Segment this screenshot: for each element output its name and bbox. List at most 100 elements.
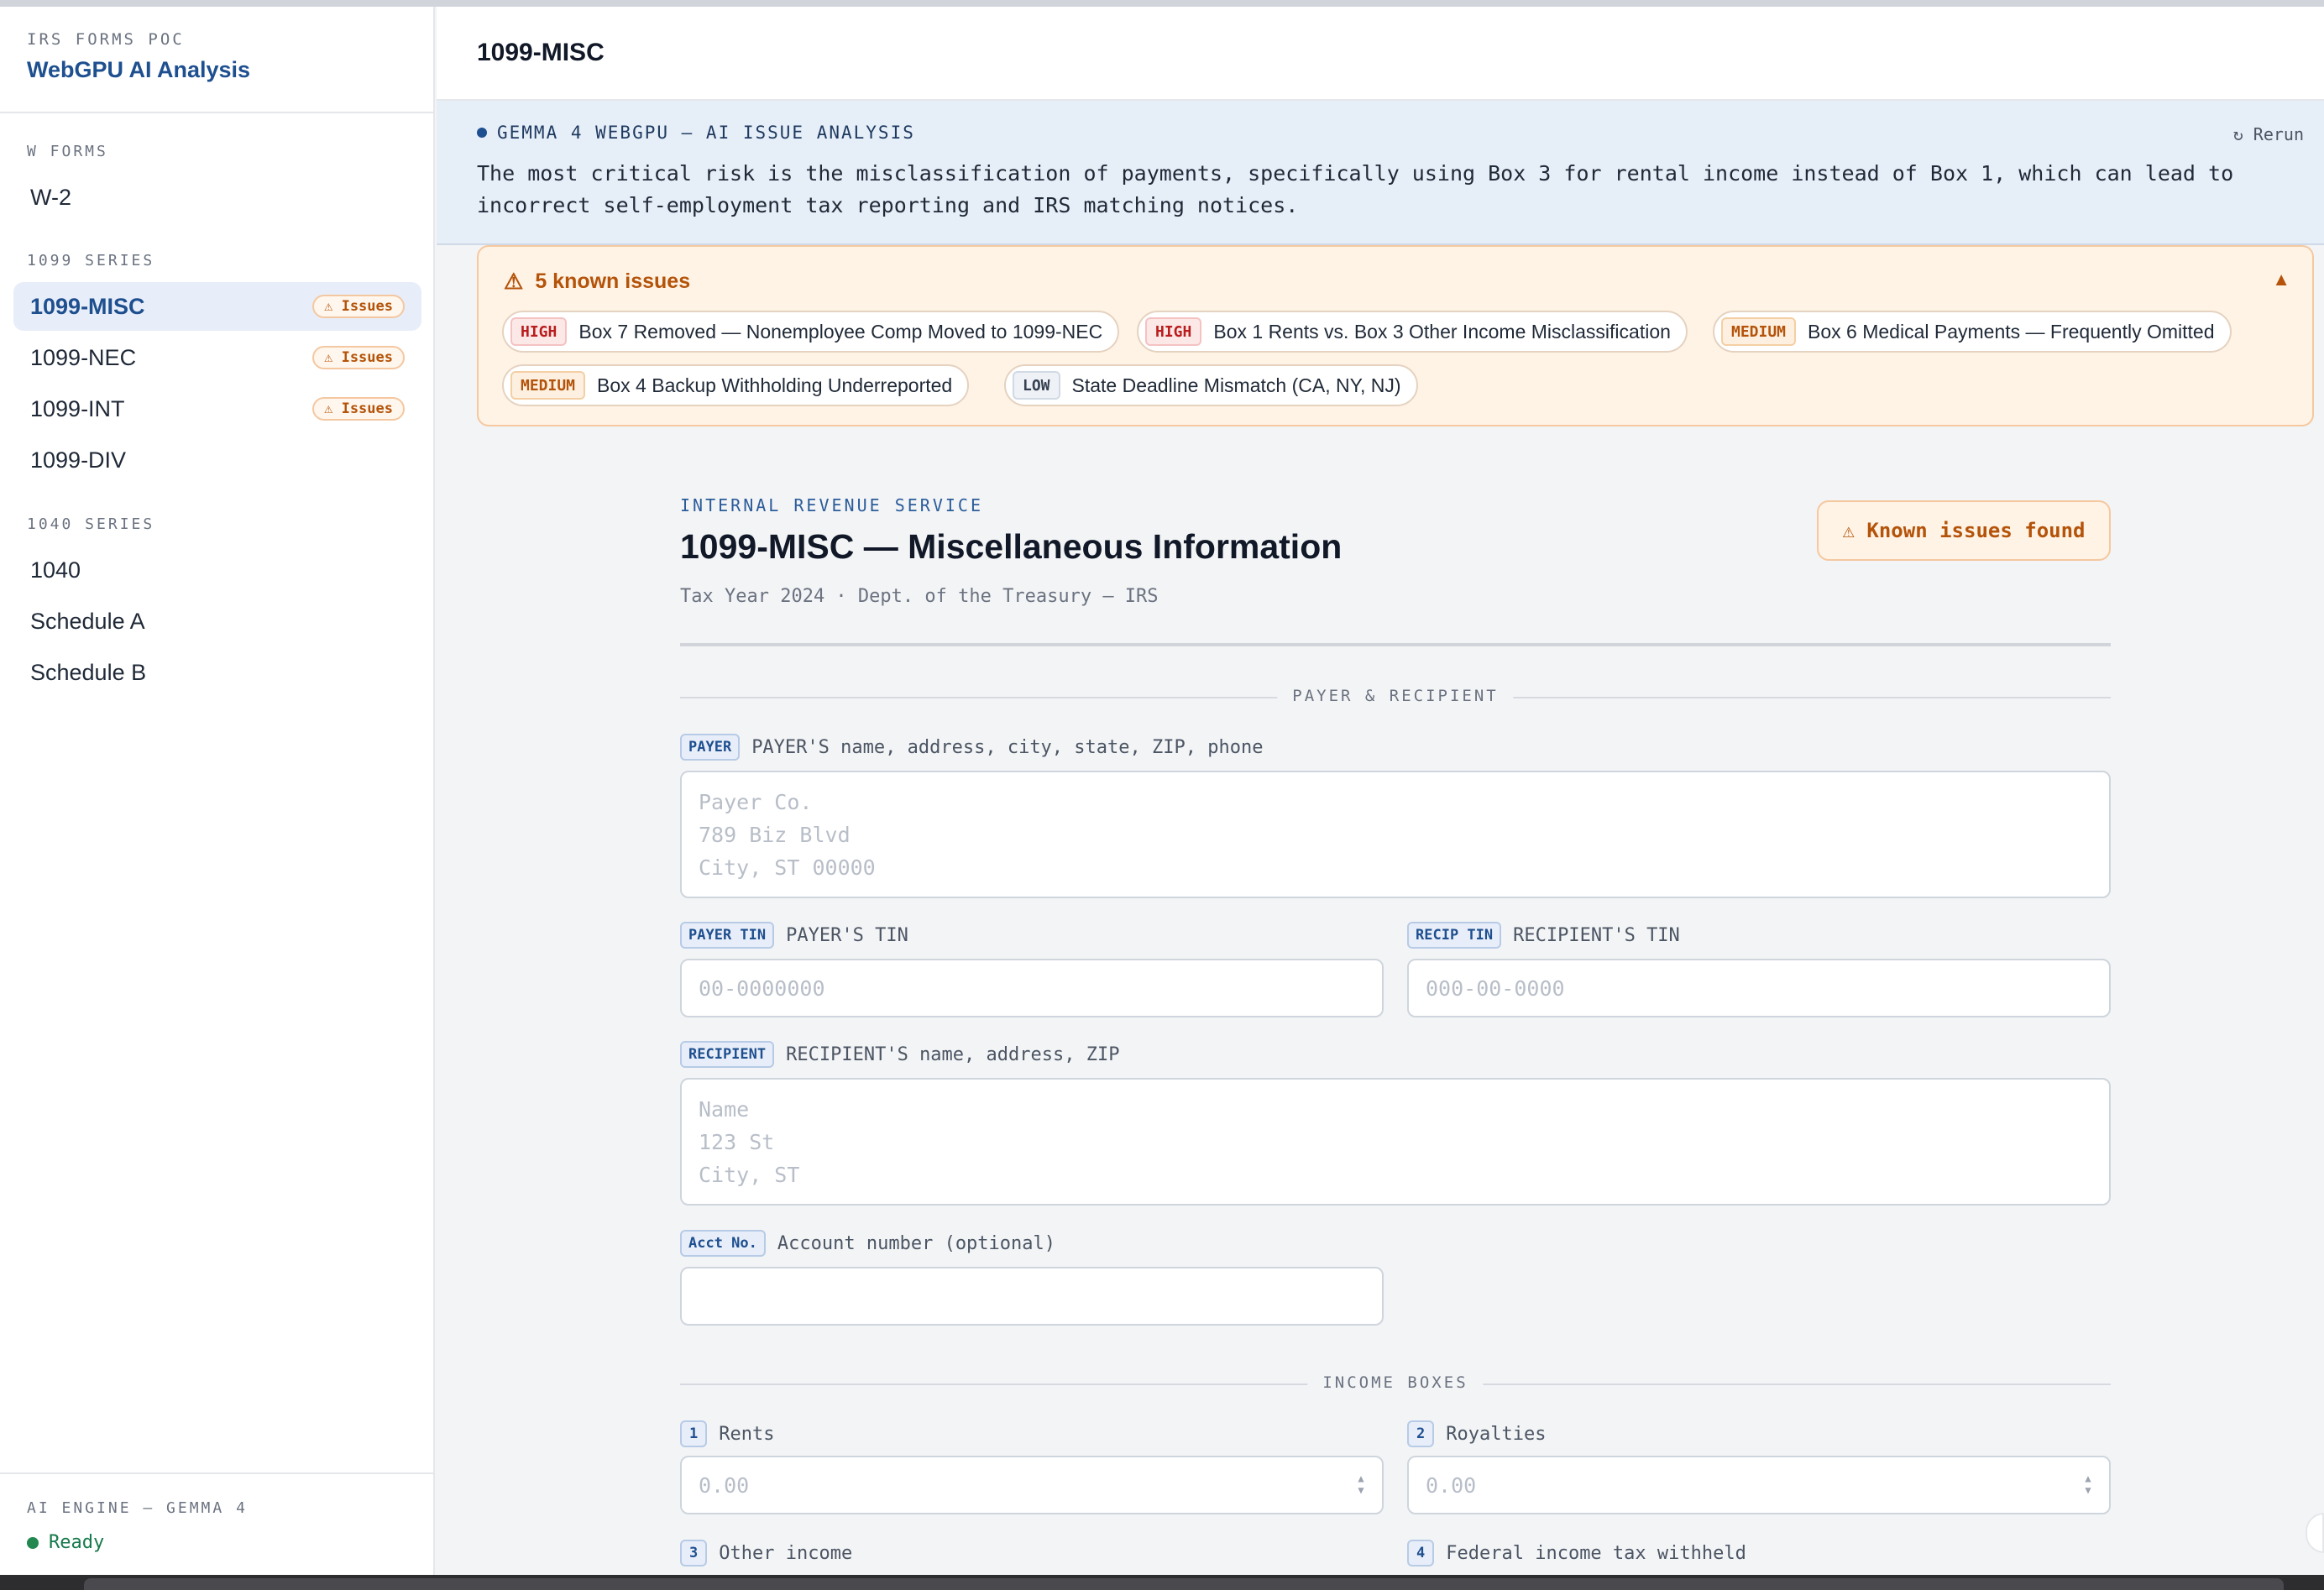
field-label-text: Rents <box>719 1423 775 1445</box>
box-number: 4 <box>1407 1540 1435 1566</box>
window-top-edge <box>0 0 2324 7</box>
field-label-text: PAYER'S name, address, city, state, ZIP,… <box>751 736 1264 758</box>
sidebar-item-label: 1099-DIV <box>30 447 127 473</box>
field-label-text: Other income <box>719 1542 853 1564</box>
warning-icon: ⚠ <box>504 269 524 294</box>
page-title: 1099-MISC <box>477 39 605 66</box>
recipient-tin-label: RECIP TIN RECIPIENT'S TIN <box>1407 922 1680 949</box>
issue-chip[interactable]: MEDIUM Box 4 Backup Withholding Underrep… <box>502 364 970 406</box>
sidebar-item-label: 1099-MISC <box>30 293 145 319</box>
box-number: 2 <box>1407 1420 1435 1447</box>
issues-badge: ⚠ Issues <box>312 346 405 369</box>
ai-analysis-heading-text: GEMMA 4 WEBGPU — AI ISSUE ANALYSIS <box>497 123 915 143</box>
sidebar-item-label: 1099-INT <box>30 395 125 421</box>
field-tag: RECIP TIN <box>1407 922 1502 949</box>
severity-badge: MEDIUM <box>1721 317 1797 346</box>
field-label-text: PAYER'S TIN <box>786 924 908 946</box>
payer-label: PAYER PAYER'S name, address, city, state… <box>680 734 1263 761</box>
form-title: 1099-MISC — Miscellaneous Information <box>680 527 1343 566</box>
account-number-label: Acct No. Account number (optional) <box>680 1230 1055 1257</box>
field-tag: PAYER <box>680 734 741 761</box>
spinner-icon[interactable]: ▲ ▼ <box>1355 1472 1367 1496</box>
section-label-w-forms: W FORMS <box>27 143 108 160</box>
sidebar: IRS FORMS POC WebGPU AI Analysis W FORMS… <box>0 7 435 1575</box>
collapse-icon[interactable]: ▲ <box>2272 269 2290 290</box>
payer-tin-label: PAYER TIN PAYER'S TIN <box>680 922 908 949</box>
brand-title: WebGPU AI Analysis <box>27 57 251 82</box>
issue-chip[interactable]: LOW State Deadline Mismatch (CA, NY, NJ) <box>1004 364 1418 406</box>
ai-analysis-banner: GEMMA 4 WEBGPU — AI ISSUE ANALYSIS ↻ Rer… <box>437 101 2324 245</box>
section-divider-payer: PAYER & RECIPIENT <box>680 687 2111 705</box>
box-number: 1 <box>680 1420 708 1447</box>
brand-subtitle: IRS FORMS POC <box>27 30 185 49</box>
severity-badge: HIGH <box>510 317 568 346</box>
agency-label: INTERNAL REVENUE SERVICE <box>680 495 983 515</box>
payer-tin-input[interactable]: 00-0000000 <box>680 959 1384 1017</box>
sidebar-item-1099-nec[interactable]: 1099-NEC ⚠ Issues <box>13 333 421 382</box>
sidebar-item-label: 1040 <box>30 557 81 583</box>
box-number: 3 <box>680 1540 708 1566</box>
recipient-label: RECIPIENT RECIPIENT'S name, address, ZIP <box>680 1041 1119 1068</box>
sidebar-item-label: Schedule B <box>30 659 147 685</box>
severity-badge: LOW <box>1013 371 1060 400</box>
issue-chip[interactable]: HIGH Box 7 Removed — Nonemployee Comp Mo… <box>502 311 1120 353</box>
spinner-icon[interactable]: ▲ ▼ <box>2082 1472 2094 1496</box>
ai-engine-panel: AI ENGINE — GEMMA 4 Ready <box>0 1472 433 1553</box>
input-placeholder: 0.00 <box>1426 1472 1477 1498</box>
sidebar-item-w2[interactable]: W-2 <box>13 173 421 222</box>
issues-badge: ⚠ Issues <box>312 397 405 421</box>
ai-indicator-dot-icon <box>477 128 487 138</box>
rerun-button[interactable]: ↻ Rerun <box>2233 124 2304 144</box>
field-tag: RECIPIENT <box>680 1041 775 1068</box>
issue-text: Box 6 Medical Payments — Frequently Omit… <box>1808 320 2215 343</box>
issue-text: Box 4 Backup Withholding Underreported <box>597 374 953 396</box>
main-header: 1099-MISC <box>437 7 2324 101</box>
form-subtitle: Tax Year 2024 · Dept. of the Treasury — … <box>680 586 1159 607</box>
input-placeholder: 0.00 <box>699 1472 750 1498</box>
section-title-payer: PAYER & RECIPIENT <box>1277 687 1514 705</box>
recipient-textarea[interactable]: Name 123 St City, ST <box>680 1078 2111 1206</box>
field-tag: Acct No. <box>680 1230 766 1257</box>
ai-analysis-text: The most critical risk is the misclassif… <box>477 161 2234 217</box>
section-title-income: INCOME BOXES <box>1307 1373 1484 1392</box>
field-label-text: Royalties <box>1446 1423 1547 1445</box>
known-issues-header[interactable]: ⚠ 5 known issues <box>504 269 690 295</box>
known-issues-button[interactable]: ⚠ Known issues found <box>1817 500 2111 561</box>
section-label-1099-series: 1099 SERIES <box>27 252 155 269</box>
section-label-1040-series: 1040 SERIES <box>27 515 155 533</box>
ai-engine-status: Ready <box>27 1532 433 1553</box>
box-3-label: 3 Other income <box>680 1540 852 1566</box>
severity-badge: HIGH <box>1145 317 1202 346</box>
sidebar-item-1099-div[interactable]: 1099-DIV <box>13 436 421 484</box>
ai-engine-status-text: Ready <box>49 1532 105 1553</box>
sidebar-item-1099-int[interactable]: 1099-INT ⚠ Issues <box>13 384 421 433</box>
sidebar-item-schedule-a[interactable]: Schedule A <box>13 597 421 646</box>
window-bottom-edge <box>0 1575 2324 1590</box>
recipient-tin-input[interactable]: 000-00-0000 <box>1407 959 2111 1017</box>
field-label-text: RECIPIENT'S name, address, ZIP <box>786 1043 1120 1065</box>
sidebar-item-label: Schedule A <box>30 608 145 634</box>
box-1-rents-input[interactable]: 0.00 ▲ ▼ <box>680 1456 1384 1514</box>
box-2-label: 2 Royalties <box>1407 1420 1546 1447</box>
status-dot-icon <box>27 1536 39 1549</box>
account-number-input[interactable] <box>680 1267 1384 1326</box>
section-divider-income: INCOME BOXES <box>680 1373 2111 1392</box>
sidebar-item-label: W-2 <box>30 184 72 210</box>
payer-textarea[interactable]: Payer Co. 789 Biz Blvd City, ST 00000 <box>680 771 2111 898</box>
issues-badge: ⚠ Issues <box>312 295 405 318</box>
box-1-label: 1 Rents <box>680 1420 774 1447</box>
issue-text: State Deadline Mismatch (CA, NY, NJ) <box>1071 374 1401 396</box>
known-issues-count: 5 known issues <box>535 269 691 293</box>
sidebar-item-1040[interactable]: 1040 <box>13 546 421 594</box>
sidebar-item-1099-misc[interactable]: 1099-MISC ⚠ Issues <box>13 282 421 331</box>
sidebar-item-schedule-b[interactable]: Schedule B <box>13 648 421 697</box>
scroll-handle[interactable] <box>2306 1513 2324 1553</box>
brand: IRS FORMS POC WebGPU AI Analysis <box>27 30 250 83</box>
ai-analysis-heading: GEMMA 4 WEBGPU — AI ISSUE ANALYSIS <box>477 123 2284 143</box>
field-label-text: Federal income tax withheld <box>1446 1542 1746 1564</box>
box-2-royalties-input[interactable]: 0.00 ▲ ▼ <box>1407 1456 2111 1514</box>
issue-chip[interactable]: MEDIUM Box 6 Medical Payments — Frequent… <box>1713 311 2232 353</box>
issue-chip[interactable]: HIGH Box 1 Rents vs. Box 3 Other Income … <box>1137 311 1688 353</box>
box-4-label: 4 Federal income tax withheld <box>1407 1540 1746 1566</box>
sidebar-item-label: 1099-NEC <box>30 344 137 370</box>
